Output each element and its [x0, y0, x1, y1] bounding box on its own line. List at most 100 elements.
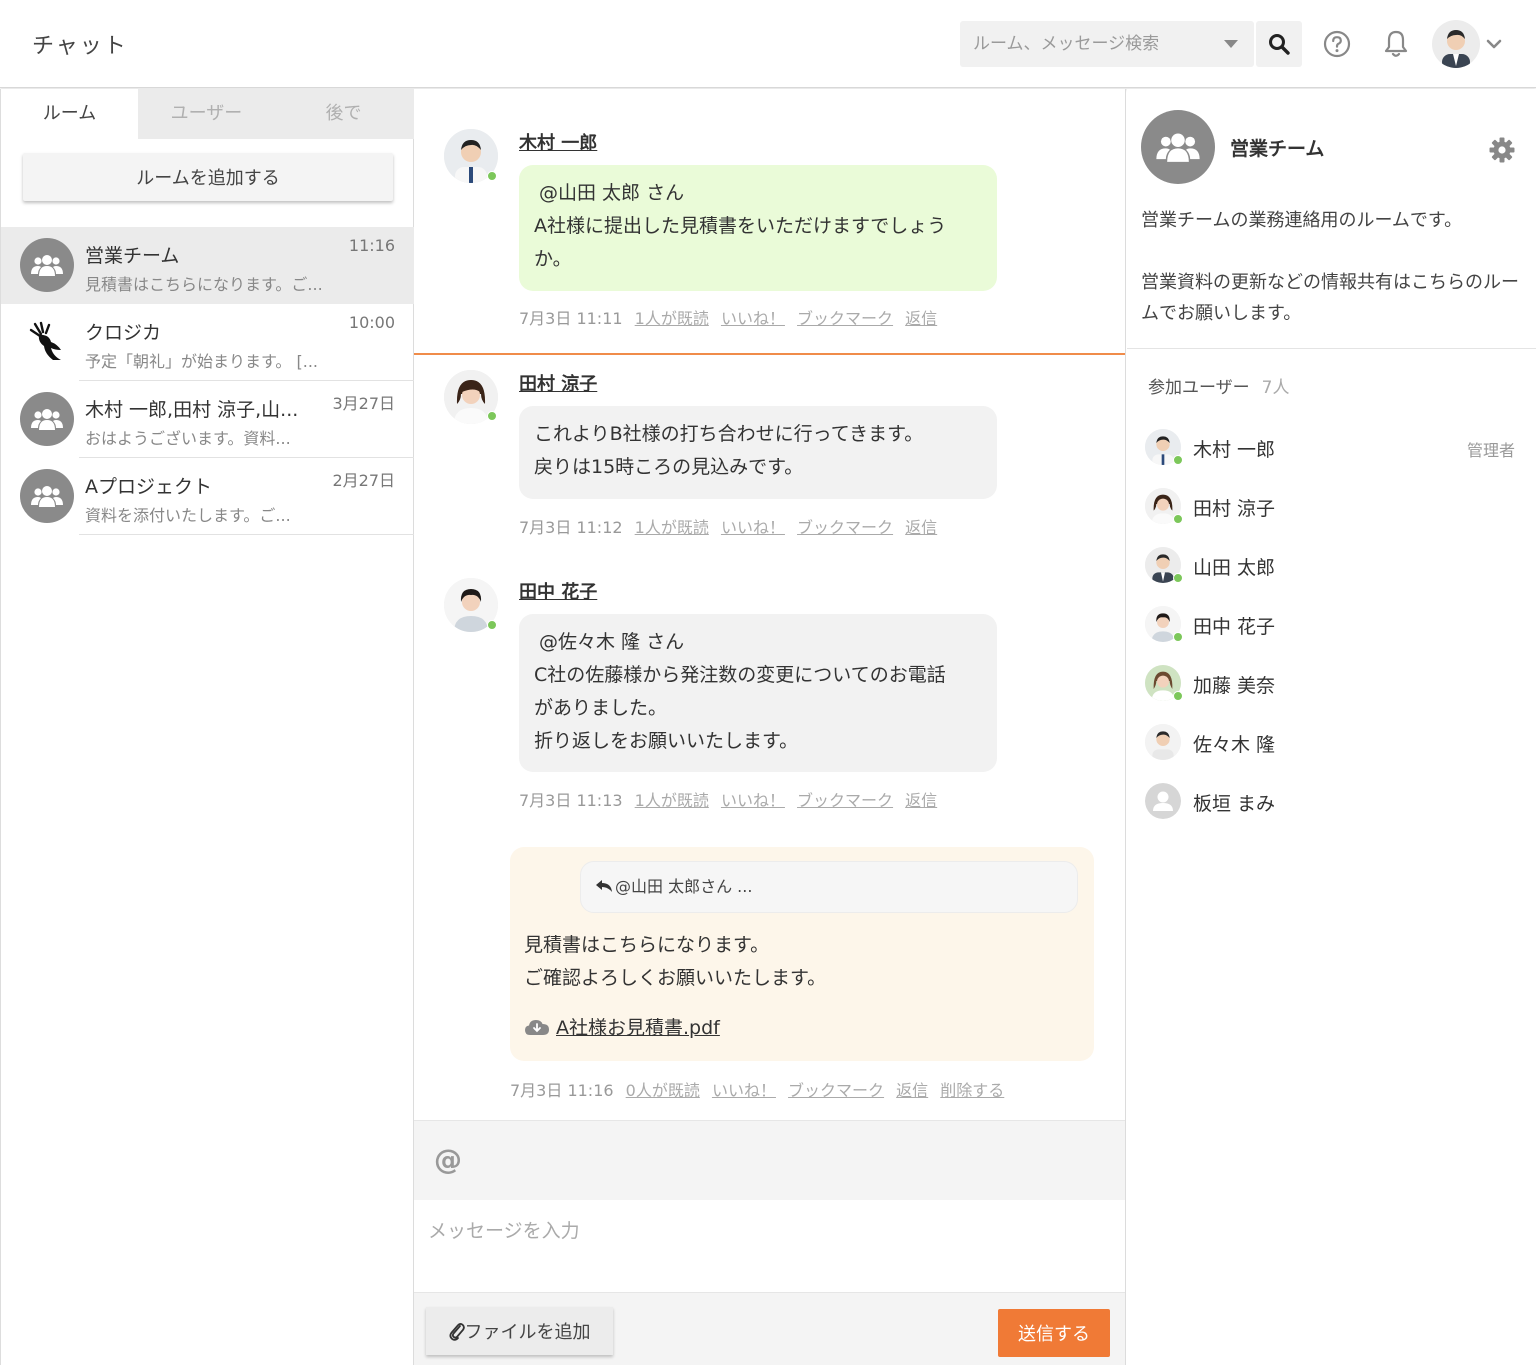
- user-avatar[interactable]: [1432, 20, 1480, 68]
- message-author[interactable]: 田中 花子: [519, 578, 597, 604]
- chevron-down-icon[interactable]: [1224, 40, 1238, 48]
- add-room-button[interactable]: ルームを追加する: [23, 153, 393, 201]
- message-text: これよりB社様の打ち合わせに行ってきます。: [534, 423, 924, 445]
- chevron-down-icon[interactable]: [1484, 34, 1504, 54]
- tab-later[interactable]: 後で: [275, 89, 412, 139]
- message-line: ご確認よろしくお願いいたします。: [524, 967, 827, 989]
- add-file-label: ファイルを追加: [464, 1322, 591, 1343]
- like-link[interactable]: いいね！: [721, 518, 785, 537]
- online-indicator: [1173, 573, 1183, 583]
- member-item[interactable]: 佐々木 隆: [1145, 722, 1525, 762]
- message-author[interactable]: 田村 涼子: [519, 370, 597, 396]
- room-list: 営業チーム 見積書はこちらになります。ご... 11:16 クロジカ 予定「朝礼…: [1, 227, 414, 535]
- bookmark-link[interactable]: ブックマーク: [788, 1081, 884, 1100]
- like-link[interactable]: いいね！: [721, 791, 785, 810]
- message-text: がありました。: [534, 697, 668, 719]
- help-icon[interactable]: [1323, 30, 1351, 58]
- message-text: A社様に提出した見積書をいただけますでしょうか。: [534, 215, 947, 270]
- members-label: 参加ユーザー: [1148, 378, 1250, 398]
- room-sidebar: ルーム ユーザー 後で ルームを追加する 営業チーム 見積書はこちらになります。…: [0, 89, 414, 1365]
- message-meta: 7月3日 11:13 1人が既読 いいね！ ブックマーク 返信: [519, 787, 937, 811]
- bell-icon[interactable]: [1382, 29, 1410, 59]
- search-input[interactable]: [960, 21, 1210, 67]
- room-description: 営業チームの業務連絡用のルームです。 営業資料の更新などの情報共有はこちらのルー…: [1141, 210, 1519, 324]
- message-author[interactable]: 木村 一郎: [519, 129, 597, 155]
- search-box[interactable]: [960, 21, 1254, 67]
- room-title: 営業チーム: [1230, 138, 1325, 160]
- room-preview: 資料を添付いたします。ご...: [85, 506, 291, 525]
- send-button[interactable]: 送信する: [998, 1309, 1110, 1357]
- member-name: 山田 太郎: [1193, 557, 1276, 579]
- message-input[interactable]: [414, 1200, 1125, 1292]
- online-indicator: [487, 620, 497, 630]
- member-name: 木村 一郎: [1193, 439, 1276, 461]
- online-indicator: [487, 171, 497, 181]
- room-item[interactable]: 営業チーム 見積書はこちらになります。ご... 11:16: [1, 227, 414, 304]
- delete-link[interactable]: 削除する: [940, 1081, 1004, 1100]
- member-item[interactable]: 木村 一郎 管理者: [1145, 427, 1525, 467]
- reply-link[interactable]: 返信: [905, 309, 937, 328]
- attachment-link[interactable]: A社様お見積書.pdf: [556, 1017, 720, 1039]
- reply-link[interactable]: 返信: [905, 791, 937, 810]
- mention[interactable]: @佐々木 隆 さん: [534, 626, 982, 659]
- gear-icon[interactable]: [1488, 136, 1516, 164]
- tab-rooms[interactable]: ルーム: [1, 89, 138, 139]
- read-count-link[interactable]: 1人が既読: [635, 309, 709, 328]
- attachment[interactable]: A社様お見積書.pdf: [524, 1013, 720, 1040]
- cloud-download-icon: [525, 1020, 549, 1035]
- room-name: 営業チーム: [85, 245, 180, 267]
- member-item[interactable]: 田中 花子: [1145, 604, 1525, 644]
- add-file-button[interactable]: ファイルを追加: [426, 1307, 613, 1355]
- reply-link[interactable]: 返信: [905, 518, 937, 537]
- mention-button[interactable]: @: [434, 1143, 462, 1176]
- online-indicator: [1173, 455, 1183, 465]
- online-indicator: [1173, 691, 1183, 701]
- quoted-message[interactable]: @山田 太郎さん ...: [580, 861, 1078, 913]
- room-name: 木村 一郎,田村 涼子,山...: [85, 399, 299, 421]
- message-text: 折り返しをお願いいたします。: [534, 730, 799, 752]
- timestamp: 7月3日 11:11: [519, 309, 623, 328]
- divider: [1127, 348, 1536, 349]
- sidebar-tabs: ルーム ユーザー 後で: [1, 89, 414, 139]
- room-item[interactable]: Aプロジェクト 資料を添付いたします。ご... 2月27日: [1, 458, 414, 535]
- like-link[interactable]: いいね！: [712, 1081, 776, 1100]
- timestamp: 7月3日 11:12: [519, 518, 623, 537]
- member-item[interactable]: 加藤 美奈: [1145, 663, 1525, 703]
- divider: [79, 534, 414, 535]
- message-text: 見積書はこちらになります。 ご確認よろしくお願いいたします。: [524, 929, 826, 995]
- search-button[interactable]: [1256, 21, 1302, 67]
- group-icon: [20, 469, 74, 523]
- room-preview: 予定「朝礼」が始まります。 [...: [85, 352, 318, 371]
- like-link[interactable]: いいね！: [721, 309, 785, 328]
- reply-link[interactable]: 返信: [896, 1081, 928, 1100]
- read-count-link[interactable]: 0人が既読: [626, 1081, 700, 1100]
- member-item[interactable]: 田村 涼子: [1145, 486, 1525, 526]
- app-header: チャット: [0, 0, 1536, 88]
- timestamp: 7月3日 11:16: [510, 1081, 614, 1100]
- own-message-bubble: @山田 太郎さん ... 見積書はこちらになります。 ご確認よろしくお願いいたし…: [510, 847, 1094, 1061]
- message-meta: 7月3日 11:12 1人が既読 いいね！ ブックマーク 返信: [519, 514, 937, 538]
- member-role: 管理者: [1466, 441, 1515, 460]
- room-time: 2月27日: [332, 471, 395, 490]
- member-item[interactable]: 山田 太郎: [1145, 545, 1525, 585]
- bookmark-link[interactable]: ブックマーク: [797, 518, 893, 537]
- bookmark-link[interactable]: ブックマーク: [797, 309, 893, 328]
- group-icon: [1141, 110, 1215, 184]
- tab-users[interactable]: ユーザー: [138, 89, 275, 139]
- room-info-panel: 営業チーム 営業チームの業務連絡用のルームです。 営業資料の更新などの情報共有は…: [1127, 89, 1536, 1365]
- read-count-link[interactable]: 1人が既読: [635, 518, 709, 537]
- bookmark-link[interactable]: ブックマーク: [797, 791, 893, 810]
- room-time: 3月27日: [332, 394, 395, 413]
- member-item[interactable]: 板垣 まみ: [1145, 781, 1525, 821]
- members-count: 7人: [1261, 378, 1290, 398]
- room-item[interactable]: 木村 一郎,田村 涼子,山... おはようございます。資料... 3月27日: [1, 381, 414, 458]
- default-user-icon: [1145, 783, 1181, 819]
- mention[interactable]: @山田 太郎 さん: [534, 177, 982, 210]
- member-name: 田村 涼子: [1193, 498, 1276, 520]
- room-item[interactable]: クロジカ 予定「朝礼」が始まります。 [... 10:00: [1, 304, 414, 381]
- chat-panel: 木村 一郎 @山田 太郎 さん A社様に提出した見積書をいただけますでしょうか。…: [414, 89, 1126, 1365]
- avatar: [1145, 724, 1181, 760]
- group-icon: [20, 238, 74, 292]
- read-count-link[interactable]: 1人が既読: [635, 791, 709, 810]
- member-name: 佐々木 隆: [1193, 734, 1276, 756]
